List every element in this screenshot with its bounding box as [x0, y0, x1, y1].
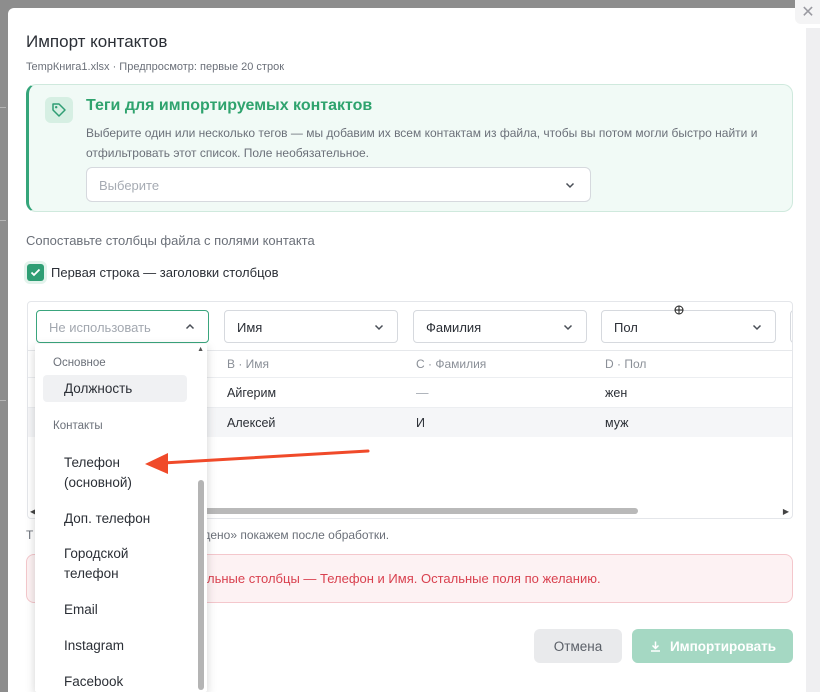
- tags-select[interactable]: Выберите: [86, 167, 591, 202]
- table-cell: жен: [605, 386, 628, 400]
- column-e-select[interactable]: [790, 310, 792, 343]
- tag-icon: [45, 97, 73, 123]
- download-icon: [650, 641, 660, 652]
- table-cell: Алексей: [227, 416, 276, 430]
- crosshair-cursor-icon: [674, 305, 684, 315]
- field-dropdown-menu[interactable]: ▲ Основное Должность Контакты Телефон (о…: [35, 344, 207, 692]
- tags-card: Теги для импортируемых контактов Выберит…: [26, 84, 793, 212]
- backdrop-line: [0, 400, 6, 401]
- processing-note-end: дено» покажем после обработки.: [203, 528, 390, 542]
- dropdown-group-label: Контакты: [53, 420, 103, 432]
- dropdown-option-city-phone[interactable]: Городской телефон: [64, 544, 184, 584]
- header-row-checkbox[interactable]: [27, 264, 44, 281]
- column-d-select[interactable]: Пол: [601, 310, 776, 343]
- tags-description: Выберите один или несколько тегов — мы д…: [86, 126, 758, 160]
- column-a-select[interactable]: Не использовать: [36, 310, 209, 343]
- side-panel-edge: [806, 28, 820, 692]
- dropdown-scrollbar[interactable]: [198, 480, 204, 690]
- column-d-select-value: Пол: [614, 320, 638, 335]
- table-cell: И: [416, 416, 425, 430]
- dropdown-option-instagram[interactable]: Instagram: [64, 636, 184, 656]
- processing-note-start: Т: [26, 528, 34, 542]
- backdrop-line: [0, 220, 6, 221]
- header-row-label[interactable]: Первая строка — заголовки столбцов: [51, 265, 279, 280]
- modal-title: Импорт контактов: [26, 32, 168, 51]
- column-c-select[interactable]: Фамилия: [413, 310, 587, 343]
- option-line: Городской: [64, 546, 129, 561]
- import-button-label: Импортировать: [669, 638, 777, 654]
- table-cell: муж: [605, 416, 629, 430]
- backdrop-line: [0, 107, 6, 108]
- column-header: D · Пол: [605, 357, 647, 371]
- scroll-up-icon[interactable]: ▲: [197, 346, 204, 353]
- table-cell: —: [416, 386, 429, 400]
- cancel-button[interactable]: Отмена: [534, 629, 622, 663]
- column-header: B · Имя: [227, 357, 270, 371]
- option-line: (основной): [64, 475, 132, 490]
- dropdown-option-phone-main[interactable]: Телефон (основной): [64, 453, 184, 493]
- table-cell: Айгерим: [227, 386, 277, 400]
- column-c-select-value: Фамилия: [426, 320, 482, 335]
- dropdown-option-email[interactable]: Email: [64, 600, 184, 620]
- option-line: Телефон: [64, 455, 121, 470]
- chevron-down-icon: [562, 320, 574, 338]
- import-button[interactable]: Импортировать: [632, 629, 793, 663]
- column-a-select-value: Не использовать: [49, 320, 151, 335]
- dropdown-group-label: Основное: [53, 357, 106, 369]
- dropdown-option-facebook[interactable]: Facebook: [64, 672, 184, 692]
- modal-subtitle: TempКнига1.xlsx · Предпросмотр: первые 2…: [26, 61, 285, 73]
- mapping-title: Сопоставьте столбцы файла с полями конта…: [26, 233, 315, 248]
- column-b-select[interactable]: Имя: [224, 310, 398, 343]
- chevron-down-icon: [751, 320, 763, 338]
- dropdown-option-extra-phone[interactable]: Доп. телефон: [64, 509, 184, 529]
- close-icon[interactable]: ✕: [795, 0, 820, 24]
- dropdown-option-position[interactable]: Должность: [43, 375, 187, 402]
- chevron-up-icon: [184, 320, 196, 338]
- scroll-right-icon[interactable]: ▶: [783, 507, 789, 516]
- column-header: C · Фамилия: [416, 357, 487, 371]
- tags-select-placeholder: Выберите: [99, 178, 160, 193]
- column-b-select-value: Имя: [237, 320, 263, 335]
- error-text: льные столбцы — Телефон и Имя. Остальные…: [207, 571, 601, 586]
- tags-title: Теги для импортируемых контактов: [86, 97, 373, 114]
- chevron-down-icon: [373, 320, 385, 338]
- chevron-down-icon: [564, 178, 576, 196]
- option-line: телефон: [64, 566, 119, 581]
